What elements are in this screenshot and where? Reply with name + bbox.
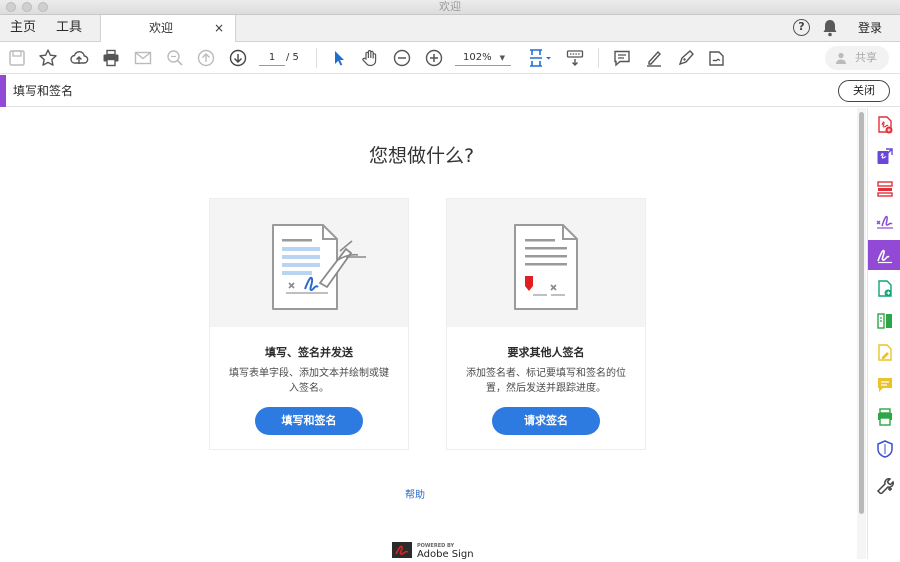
request-signature-illustration [447,199,645,327]
comment-tool-icon[interactable] [868,370,900,400]
page-total: / 5 [286,52,299,63]
request-signature-card[interactable]: 要求其他人签名 添加签名者、标记要填写和签名的位置，然后发送并跟踪进度。 请求签… [446,198,646,450]
close-tool-button[interactable]: 关闭 [838,80,890,102]
notification-bell-icon[interactable] [822,19,838,37]
fill-sign-card-title: 填写、签名并发送 [265,346,353,359]
print-icon[interactable] [101,48,121,68]
tool-accent-strip [0,75,6,107]
select-cursor-icon[interactable] [329,48,349,68]
export-pdf-icon[interactable] [868,142,900,172]
adobe-sign-label: Adobe Sign [417,549,474,560]
comment-icon[interactable] [612,48,632,68]
main-toolbar: 1 / 5 102% ▼ 共享 [0,42,900,74]
request-signature-card-description: 添加签名者、标记要填写和签名的位置，然后发送并跟踪进度。 [466,368,626,394]
window-titlebar: 欢迎 [0,0,900,15]
minimize-window-button[interactable] [22,2,32,12]
window-title: 欢迎 [439,0,461,13]
fill-sign-illustration [210,199,408,327]
sign-document-icon[interactable] [707,48,727,68]
tool-title: 填写和签名 [13,84,74,98]
tool-header-bar: 填写和签名 关闭 [0,75,900,107]
tab-tools[interactable]: 工具 [56,15,82,41]
compare-files-icon[interactable] [868,306,900,336]
close-window-button[interactable] [6,2,16,12]
close-tab-icon[interactable]: × [214,15,224,41]
fill-sign-card[interactable]: 填写、签名并发送 填写表单字段、添加文本并绘制或键入签名。 填写和签名 [209,198,409,450]
login-button[interactable]: 登录 [858,15,882,42]
add-person-icon [836,52,846,64]
adobe-sign-logo: POWERED BY Adobe Sign [392,540,474,560]
highlight-pen-icon[interactable] [644,48,664,68]
share-button[interactable]: 共享 [825,46,889,70]
help-link[interactable]: 帮助 [405,486,425,501]
hand-tool-icon[interactable] [360,48,380,68]
adobe-sign-logo-icon [392,542,412,558]
combine-files-icon[interactable] [868,274,900,304]
tab-document-label: 欢迎 [148,21,173,35]
vertical-scrollbar[interactable] [857,108,866,559]
find-text-icon[interactable] [165,48,185,68]
send-for-signature-icon[interactable] [868,240,900,270]
main-content: 您想做什么? 填写、签名并发送 填写表单字段、添加文本并绘制或键入签名。 填写和 [0,108,856,560]
protect-icon[interactable] [868,434,900,464]
help-icon[interactable]: ? [793,19,810,36]
tab-home[interactable]: 主页 [10,15,36,41]
zoom-level-value: 102% [463,52,492,63]
share-label: 共享 [855,51,877,64]
request-signature-card-title: 要求其他人签名 [507,346,585,359]
edit-pdf-icon[interactable] [868,338,900,368]
tab-bar: 主页 工具 欢迎 × ? 登录 [0,15,900,42]
fill-and-sign-button[interactable]: 填写和签名 [255,407,363,435]
page-number-input[interactable]: 1 [259,50,285,66]
create-pdf-icon[interactable] [868,110,900,140]
toolbar-divider [316,48,317,68]
scroll-mode-icon[interactable] [565,48,585,68]
toolbar-divider [598,48,599,68]
zoom-level-select[interactable]: 102% ▼ [455,50,511,66]
more-tools-wrench-icon[interactable] [868,470,900,500]
fill-sign-card-description: 填写表单字段、添加文本并绘制或键入签名。 [229,368,389,394]
fill-sign-icon[interactable] [868,206,900,236]
print-production-icon[interactable] [868,402,900,432]
right-tools-rail [867,108,900,559]
tab-document[interactable]: 欢迎 × [100,15,236,42]
chevron-down-icon: ▼ [499,54,505,62]
window-controls[interactable] [6,2,48,12]
bookmark-star-icon[interactable] [38,48,58,68]
zoom-out-icon[interactable] [392,48,412,68]
next-page-icon[interactable] [228,48,248,68]
save-icon[interactable] [7,48,27,68]
draw-pen-icon[interactable] [676,48,696,68]
organize-pages-icon[interactable] [868,174,900,204]
cloud-upload-icon[interactable] [69,48,89,68]
zoom-in-icon[interactable] [424,48,444,68]
page-heading: 您想做什么? [368,145,475,167]
fit-page-icon[interactable] [527,48,553,68]
request-signature-button[interactable]: 请求签名 [492,407,600,435]
zoom-window-button[interactable] [38,2,48,12]
email-icon[interactable] [133,48,153,68]
scrollbar-thumb[interactable] [859,112,864,514]
previous-page-icon[interactable] [196,48,216,68]
